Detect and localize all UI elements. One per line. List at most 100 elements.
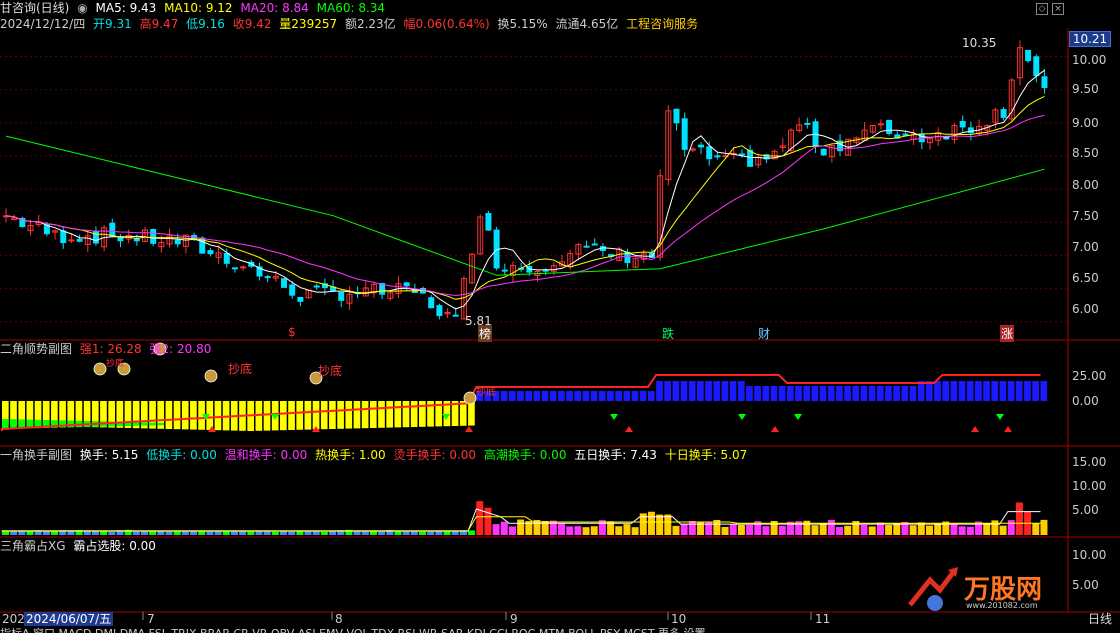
trend-bar (1015, 381, 1023, 401)
sector-link[interactable]: 工程咨询服务 (626, 17, 698, 31)
candle (959, 120, 966, 128)
candle (117, 236, 124, 242)
turnover-bar (2, 531, 9, 535)
trend-bar (508, 391, 516, 401)
trend-bar (361, 401, 369, 429)
turnover-bar (836, 526, 844, 535)
panel4-title[interactable]: 三角霸占XG (0, 539, 66, 553)
trend-bar (190, 401, 197, 430)
turnover-bar (672, 525, 680, 535)
turnover-bar (476, 501, 484, 535)
candle (133, 238, 140, 242)
trend-bar-low (67, 420, 75, 428)
trend-bar (369, 401, 377, 428)
dropdown-icon[interactable]: ◉ (77, 1, 87, 15)
event-cai[interactable]: 财 (758, 325, 770, 342)
turnover-bar (762, 526, 770, 535)
panel3-title[interactable]: 一角换手副图 (0, 448, 72, 462)
panel2-title[interactable]: 二角顺势副图 (0, 342, 72, 356)
ma20-label: MA20: 8.84 (240, 1, 309, 15)
event-s[interactable]: $ (288, 325, 296, 339)
trend-bar (280, 401, 287, 431)
trend-bar (901, 386, 909, 401)
bottom-signal-label: 抄底 (476, 387, 496, 398)
month-label: 9 (510, 612, 518, 626)
bottom-signal-label: 抄底 (318, 364, 343, 378)
candle (150, 229, 157, 244)
turnover-bar (844, 525, 852, 535)
trend-bar (729, 381, 737, 401)
trend-bar (312, 401, 320, 430)
bottom-signal-label: 抄底 (228, 362, 253, 376)
money-bag-icon (93, 362, 107, 376)
trend-bar (999, 381, 1007, 401)
candle (436, 305, 443, 317)
trend-bar (746, 386, 753, 401)
candle (174, 239, 181, 245)
price-header: 甘咨询(日线) ◉ MA5: 9.43 MA10: 9.12 MA20: 8.8… (0, 0, 389, 16)
turnover-bar (868, 526, 876, 535)
change-value: 幅0.06(0.64%) (403, 17, 490, 31)
trend-bar (345, 401, 353, 429)
price-tick: 6.50 (1072, 271, 1099, 285)
trend-bar (713, 381, 721, 401)
turnover-bar (697, 521, 705, 535)
price-tick: 9.50 (1072, 82, 1099, 96)
turnover-bar (304, 531, 312, 535)
turnover-bar (214, 531, 222, 535)
event-bang[interactable]: 榜 (478, 325, 493, 342)
ma60-line (5, 135, 1045, 276)
sell-arrow-icon (738, 414, 746, 420)
turnover-bar (1032, 523, 1040, 535)
current-price-box: 10.21 (1069, 31, 1111, 47)
turnover-bar (517, 519, 525, 535)
turnover-bar (108, 531, 116, 535)
trend-bar (304, 401, 312, 430)
mild-turnover-label: 温和换手: 0.00 (224, 448, 308, 462)
candle (583, 245, 590, 248)
candle (428, 297, 435, 309)
turnover-value: 换5.15% (497, 17, 548, 31)
candle (240, 266, 247, 269)
turnover-bar (558, 523, 566, 535)
trend-bar (844, 386, 851, 401)
buy-arrow-icon (771, 426, 779, 432)
indicator-tab-bar[interactable]: 指标A 窗口 MACD DMI DMA FSL TRIX BRAR CR VR … (0, 625, 1120, 633)
trend-bar (885, 386, 892, 401)
candle (403, 282, 410, 287)
turnover-bar (10, 531, 18, 535)
price-tick: 7.50 (1072, 209, 1099, 223)
trend-bar (525, 391, 532, 401)
diamond-icon[interactable]: ◇ (1036, 3, 1048, 15)
trend-bar (590, 391, 598, 401)
candle (804, 122, 811, 125)
buy-arrow-icon (1004, 426, 1012, 432)
turnover-bar (729, 524, 737, 535)
turnover-bar (419, 531, 426, 535)
trend-bar (893, 386, 900, 401)
money-bag-icon (204, 369, 218, 383)
trend-bar (786, 386, 794, 401)
close-icon[interactable]: × (1052, 3, 1064, 15)
turnover-bar (827, 519, 835, 535)
event-die[interactable]: 跌 (662, 325, 674, 342)
turnover-bar (721, 527, 729, 535)
candle (297, 296, 304, 302)
high-value: 高9.47 (139, 17, 179, 31)
trend-bar (517, 391, 524, 401)
turnover-bar (181, 531, 189, 535)
panel3-tick: 5.00 (1072, 503, 1099, 517)
turnover-bar (688, 520, 696, 535)
trend-bar (983, 381, 990, 401)
candle (591, 243, 598, 246)
trend-bar (1040, 381, 1048, 401)
trend-bar (639, 391, 647, 401)
candle (501, 269, 508, 272)
year-label: 202 (2, 612, 25, 626)
trend-bar (672, 381, 680, 401)
event-zhang[interactable]: 涨 (1000, 325, 1015, 342)
chart-canvas[interactable] (0, 0, 1120, 633)
turnover-bar (271, 531, 279, 535)
trend-bar (288, 401, 295, 430)
turnover-bar (811, 525, 819, 535)
